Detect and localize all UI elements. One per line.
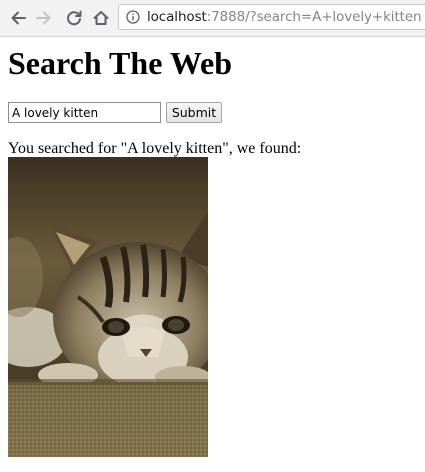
forward-button[interactable] (33, 7, 55, 29)
home-button[interactable] (90, 7, 112, 29)
url-path: :7888/?search=A+lovely+kitten (206, 9, 422, 25)
back-arrow-icon (11, 11, 26, 25)
result-message: You searched for "A lovely kitten", we f… (8, 140, 302, 157)
url-text[interactable]: localhost:7888/?search=A+lovely+kitten (147, 9, 422, 26)
page-title: Search The Web (8, 45, 233, 81)
reload-button[interactable] (63, 7, 85, 29)
url-host: localhost (147, 9, 207, 25)
search-input[interactable] (8, 102, 161, 123)
reload-icon (67, 10, 82, 26)
browser-toolbar: localhost:7888/?search=A+lovely+kitten (0, 0, 425, 37)
kitten-image (8, 157, 208, 457)
info-icon[interactable] (126, 10, 140, 24)
home-icon (93, 11, 109, 25)
submit-button[interactable]: Submit (166, 102, 222, 123)
back-button[interactable] (7, 7, 29, 29)
forward-arrow-icon (36, 11, 51, 25)
kitten-photo (8, 157, 208, 457)
address-bar[interactable]: localhost:7888/?search=A+lovely+kitten (118, 4, 425, 30)
